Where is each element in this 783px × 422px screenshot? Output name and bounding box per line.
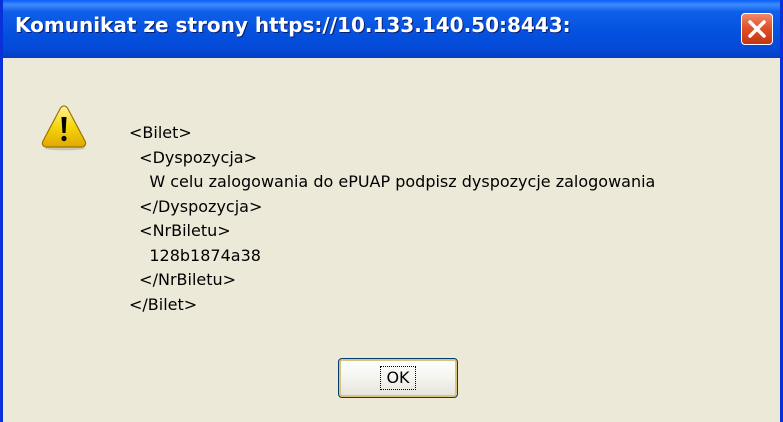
close-icon — [748, 20, 766, 38]
message-text: <Bilet> <Dyspozycja> W celu zalogowania … — [129, 123, 656, 314]
dialog-title: Komunikat ze strony https://10.133.140.5… — [15, 13, 571, 37]
warning-icon — [41, 105, 87, 151]
ok-button-label: OK — [380, 366, 416, 390]
title-bar[interactable]: Komunikat ze strony https://10.133.140.5… — [3, 0, 780, 58]
alert-dialog: Komunikat ze strony https://10.133.140.5… — [0, 0, 783, 422]
close-button[interactable] — [741, 13, 773, 45]
ok-button[interactable]: OK — [338, 358, 458, 398]
